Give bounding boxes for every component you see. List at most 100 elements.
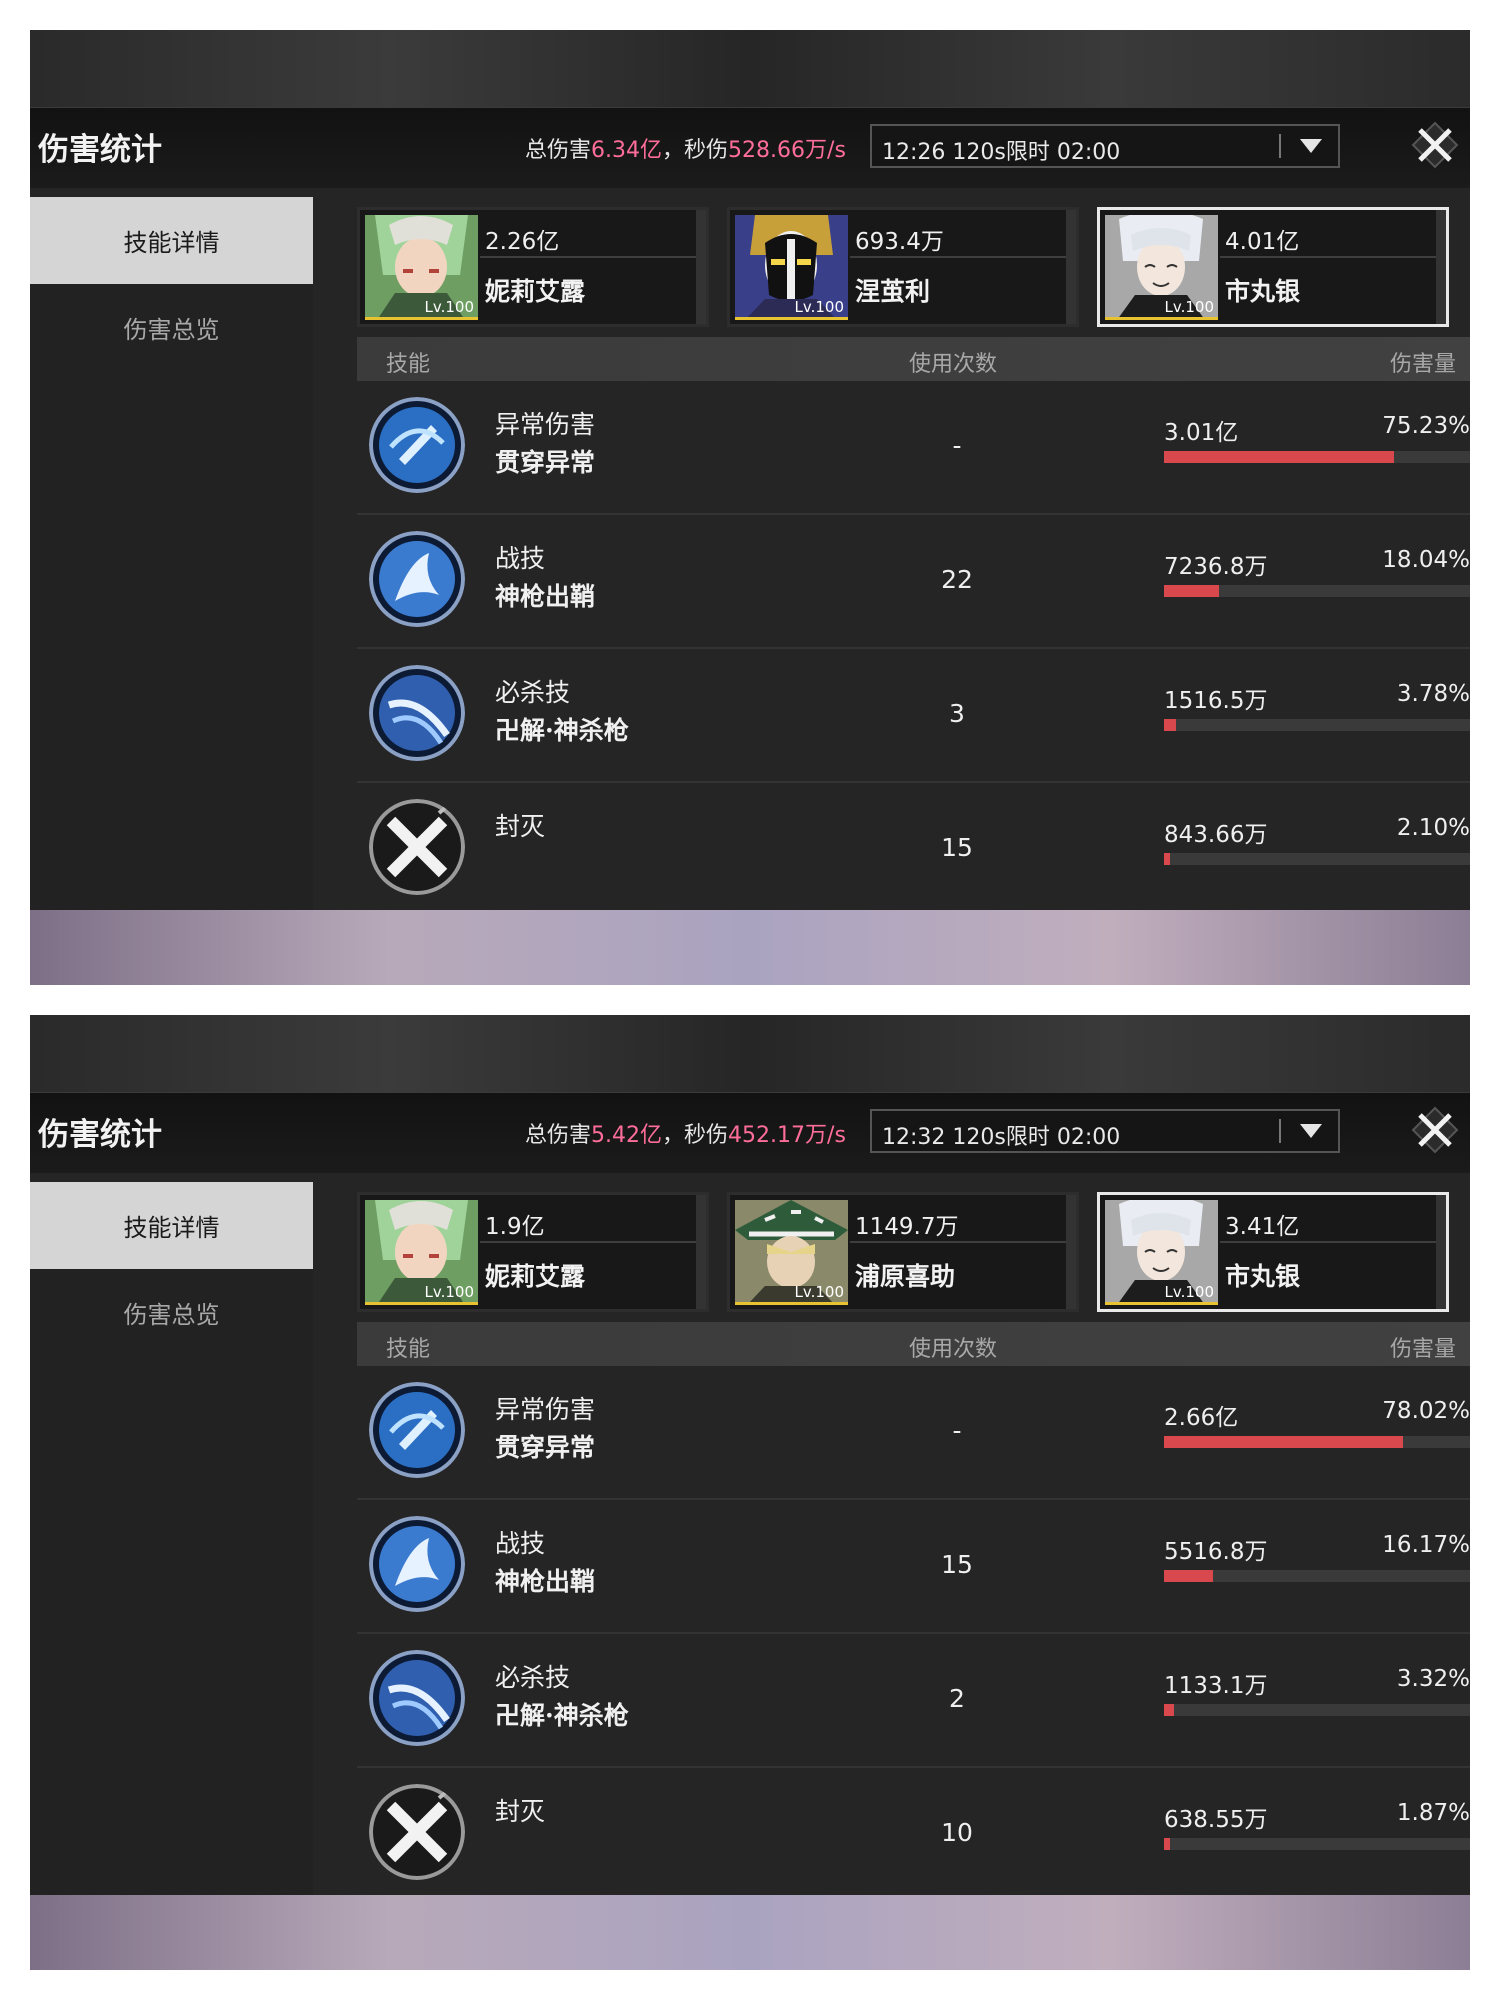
skill-row: 封灭 10 638.55万 1.87%	[357, 1768, 1470, 1886]
character-name: 浦原喜助	[855, 1262, 956, 1291]
damage-share-bar	[1164, 1838, 1470, 1850]
character-name: 市丸银	[1225, 1262, 1301, 1291]
battle-record-value: 12:32 120s限时 02:00	[882, 1125, 1121, 1150]
dropdown-divider	[1279, 134, 1281, 158]
spear-draw-icon	[369, 1516, 465, 1612]
tab-skill-details[interactable]: 技能详情	[30, 1182, 313, 1269]
sidebar: 技能详情 伤害总览	[30, 1182, 313, 1895]
dialog-title: 伤害统计	[38, 132, 162, 168]
skill-list[interactable]: 异常伤害 贯穿异常 - 2.66亿 78.02% 战技 神枪出鞘 15 5516…	[357, 1366, 1470, 1886]
character-card-urahara[interactable]: Lv.100 1149.7万 浦原喜助	[727, 1192, 1079, 1312]
pierce-anomaly-icon	[369, 397, 465, 493]
tab-damage-overview[interactable]: 伤害总览	[30, 1269, 313, 1356]
battle-record-dropdown[interactable]: 12:32 120s限时 02:00	[870, 1109, 1340, 1153]
use-count: -	[952, 431, 962, 460]
dps-value: 528.66万/s	[728, 138, 846, 163]
damage-share-bar	[1164, 585, 1470, 597]
skill-row: 必杀技 卍解·神杀枪 3 1516.5万 3.78%	[357, 649, 1470, 783]
character-card-nelliel[interactable]: Lv.100 1.9亿 妮莉艾露	[357, 1192, 709, 1312]
damage-share-bar	[1164, 1436, 1470, 1448]
skill-type: 战技	[495, 1529, 546, 1558]
damage-percent: 75.23%	[1382, 413, 1470, 439]
skill-row: 异常伤害 贯穿异常 - 3.01亿 75.23%	[357, 381, 1470, 515]
use-count: 15	[941, 1550, 973, 1579]
card-edge	[696, 1195, 706, 1309]
skill-row: 异常伤害 贯穿异常 - 2.66亿 78.02%	[357, 1366, 1470, 1500]
header-damage: 伤害量	[1389, 352, 1456, 377]
level-label: Lv.100	[1164, 1283, 1214, 1301]
skill-name: 神枪出鞘	[495, 582, 596, 611]
skill-type: 封灭	[495, 812, 546, 841]
character-card-gin[interactable]: Lv.100 3.41亿 市丸银	[1097, 1192, 1449, 1312]
nelliel-portrait: Lv.100	[365, 1200, 478, 1305]
character-damage: 4.01亿	[1225, 229, 1300, 255]
damage-percent: 1.87%	[1396, 1800, 1470, 1826]
use-count: 22	[941, 565, 973, 594]
damage-percent: 3.78%	[1396, 681, 1470, 707]
use-count: 3	[949, 699, 965, 728]
character-name: 涅茧利	[855, 277, 931, 306]
spear-draw-icon	[369, 531, 465, 627]
damage-share-bar	[1164, 853, 1470, 865]
tab-damage-overview[interactable]: 伤害总览	[30, 284, 313, 371]
damage-summary: 总伤害5.42亿，秒伤452.17万/s	[525, 1117, 846, 1149]
header-skill: 技能	[386, 352, 431, 377]
seal-icon	[369, 1784, 465, 1880]
damage-stats-screenshot: 伤害统计 总伤害6.34亿，秒伤528.66万/s 12:26 120s限时 0…	[30, 30, 1470, 985]
card-edge	[696, 210, 706, 324]
damage-share-bar	[1164, 719, 1470, 731]
character-damage: 2.26亿	[485, 229, 560, 255]
character-card-gin[interactable]: Lv.100 4.01亿 市丸银	[1097, 207, 1449, 327]
damage-share-fill	[1164, 1570, 1214, 1582]
level-bar	[735, 1302, 848, 1305]
card-divider	[1220, 1241, 1436, 1243]
total-damage-value: 6.34亿	[591, 138, 663, 163]
battle-record-dropdown[interactable]: 12:26 120s限时 02:00	[870, 124, 1340, 168]
level-label: Lv.100	[424, 298, 474, 316]
level-label: Lv.100	[794, 298, 844, 316]
level-label: Lv.100	[424, 1283, 474, 1301]
skill-damage: 1516.5万	[1164, 688, 1268, 714]
damage-share-fill	[1164, 719, 1176, 731]
character-name: 妮莉艾露	[485, 277, 586, 306]
skill-type: 封灭	[495, 1797, 546, 1826]
battle-record-value: 12:26 120s限时 02:00	[882, 140, 1121, 165]
skill-list[interactable]: 异常伤害 贯穿异常 - 3.01亿 75.23% 战技 神枪出鞘 22 7236…	[357, 381, 1470, 901]
skill-damage: 7236.8万	[1164, 554, 1268, 580]
use-count: 2	[949, 1684, 965, 1713]
header-skill: 技能	[386, 1337, 431, 1362]
damage-percent: 16.17%	[1382, 1532, 1470, 1558]
skill-type: 必杀技	[495, 678, 571, 707]
level-bar	[1105, 1302, 1218, 1305]
tab-skill-details[interactable]: 技能详情	[30, 197, 313, 284]
pierce-anomaly-icon	[369, 1382, 465, 1478]
skill-type: 异常伤害	[495, 410, 596, 439]
skill-name: 贯穿异常	[495, 448, 596, 477]
character-damage: 693.4万	[855, 229, 944, 255]
header-damage: 伤害量	[1389, 1337, 1456, 1362]
damage-stats-dialog: 伤害统计 总伤害5.42亿，秒伤452.17万/s 12:32 120s限时 0…	[30, 1092, 1470, 1895]
character-damage: 3.41亿	[1225, 1214, 1300, 1240]
level-bar	[735, 317, 848, 320]
bankai-icon	[369, 665, 465, 761]
character-card-mayuri[interactable]: Lv.100 693.4万 涅茧利	[727, 207, 1079, 327]
character-damage: 1.9亿	[485, 1214, 545, 1240]
level-label: Lv.100	[1164, 298, 1214, 316]
close-button[interactable]	[1410, 1105, 1460, 1155]
header-uses: 使用次数	[909, 352, 998, 377]
card-edge	[1066, 210, 1076, 324]
nelliel-portrait: Lv.100	[365, 215, 478, 320]
blurred-game-background	[30, 30, 1470, 107]
skill-row: 战技 神枪出鞘 15 5516.8万 16.17%	[357, 1500, 1470, 1634]
damage-share-fill	[1164, 853, 1171, 865]
close-button[interactable]	[1410, 120, 1460, 170]
level-label: Lv.100	[794, 1283, 844, 1301]
skill-damage: 5516.8万	[1164, 1539, 1268, 1565]
character-name: 妮莉艾露	[485, 1262, 586, 1291]
triangle-down-icon[interactable]	[1300, 1124, 1322, 1138]
card-divider	[850, 256, 1066, 258]
character-card-nelliel[interactable]: Lv.100 2.26亿 妮莉艾露	[357, 207, 709, 327]
triangle-down-icon[interactable]	[1300, 139, 1322, 153]
damage-percent: 18.04%	[1382, 547, 1470, 573]
card-divider	[850, 1241, 1066, 1243]
